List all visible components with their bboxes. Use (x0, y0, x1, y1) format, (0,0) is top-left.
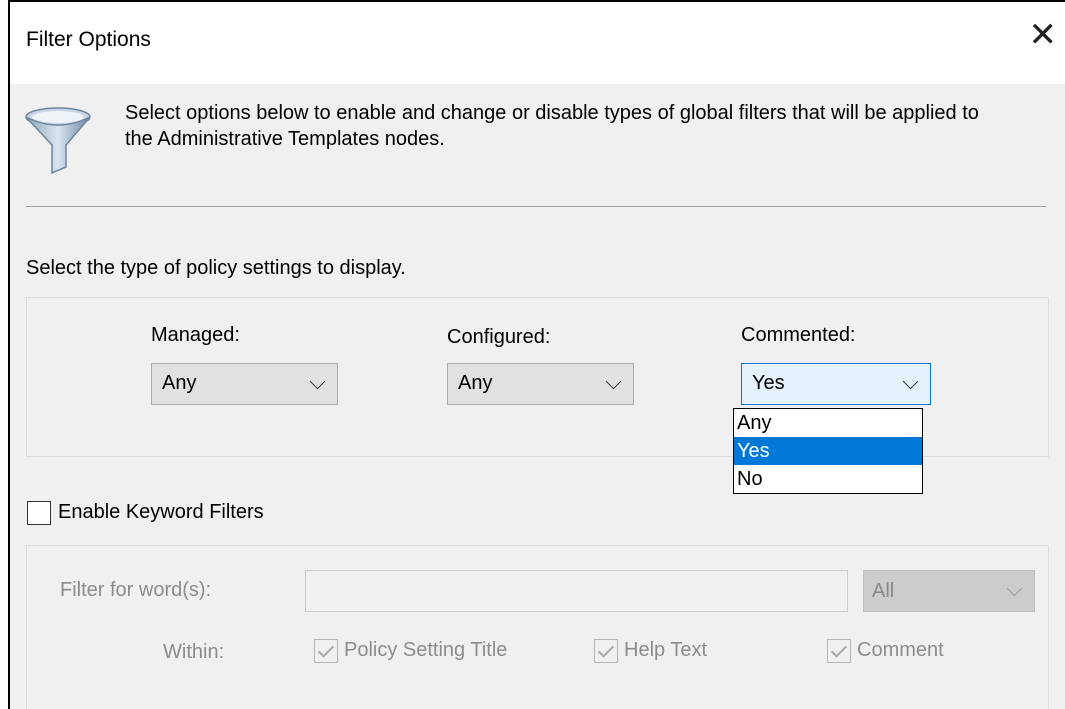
chevron-down-icon (309, 373, 326, 390)
checkmark-icon (317, 641, 335, 658)
checkmark-icon (597, 641, 615, 658)
help-text-label: Help Text (624, 639, 708, 661)
checkmark-icon (830, 641, 848, 658)
keyword-scope-value: All (872, 580, 895, 602)
enable-keyword-label[interactable]: Enable Keyword Filters (58, 501, 264, 524)
close-icon[interactable]: ✕ (1029, 18, 1058, 52)
filter-words-input[interactable] (305, 570, 848, 612)
managed-dropdown[interactable]: Any (151, 363, 338, 405)
chevron-down-icon (605, 373, 622, 390)
chevron-down-icon (902, 373, 919, 390)
configured-dropdown[interactable]: Any (447, 363, 634, 405)
option-no[interactable]: No (734, 465, 922, 493)
comment-checkbox[interactable] (827, 639, 851, 663)
funnel-icon (25, 107, 91, 175)
managed-value: Any (162, 372, 197, 394)
configured-label: Configured: (447, 326, 551, 348)
commented-value: Yes (752, 372, 785, 394)
keyword-scope-dropdown[interactable]: All (863, 570, 1035, 612)
option-any[interactable]: Any (734, 409, 922, 437)
commented-dropdown[interactable]: Yes (741, 363, 931, 405)
commented-options-list: Any Yes No (733, 408, 923, 494)
dialog-title: Filter Options (26, 28, 151, 51)
managed-label: Managed: (151, 324, 240, 346)
filter-words-label: Filter for word(s): (60, 579, 212, 601)
policy-type-label: Select the type of policy settings to di… (26, 257, 406, 279)
title-bar: Filter Options ✕ (10, 2, 1065, 84)
intro-text: Select options below to enable and chang… (125, 102, 979, 150)
policy-title-label: Policy Setting Title (344, 639, 508, 661)
comment-label: Comment (857, 639, 944, 661)
enable-keyword-checkbox[interactable] (27, 501, 51, 525)
option-yes[interactable]: Yes (734, 437, 922, 465)
within-label: Within: (163, 641, 225, 663)
configured-value: Any (458, 372, 493, 394)
help-text-checkbox[interactable] (594, 639, 618, 663)
chevron-down-icon (1006, 580, 1023, 597)
commented-label: Commented: (741, 324, 856, 346)
separator (26, 206, 1046, 207)
policy-title-checkbox[interactable] (314, 639, 338, 663)
